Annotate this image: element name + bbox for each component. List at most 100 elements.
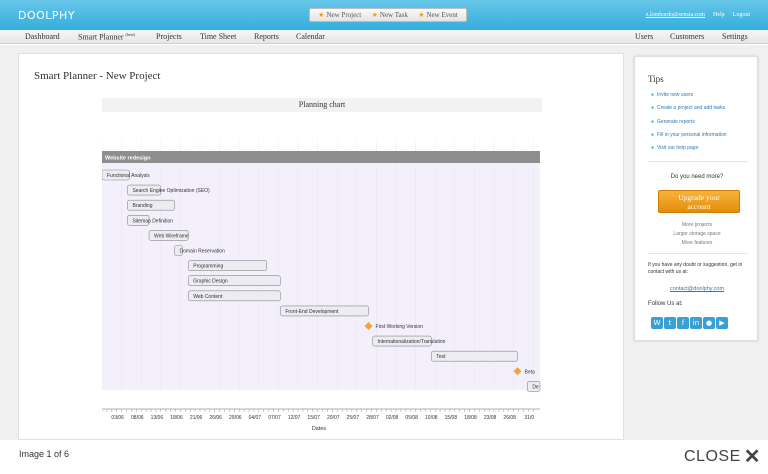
quick-actions: ★ New Project ★ New Task ★ New Event <box>309 8 467 22</box>
tips-title: Tips <box>648 74 664 84</box>
help-link[interactable]: Help <box>713 12 725 18</box>
x-tick-label: 18/08 <box>464 415 477 421</box>
close-button[interactable]: CLOSE ✕ <box>684 446 762 468</box>
star-icon: ★ <box>318 11 325 19</box>
upgrade-perks: More projects Larger storage space More … <box>635 221 759 248</box>
logo[interactable]: DOOLPHY <box>18 9 75 22</box>
x-tick-label: 07/07 <box>268 415 281 421</box>
user-email-link[interactable]: z.lombardo@sensia.com <box>646 12 705 18</box>
chart-title: Planning chart <box>298 100 346 109</box>
x-axis-title: Dates <box>312 426 327 432</box>
new-event-link[interactable]: ★ New Event <box>418 11 458 19</box>
x-tick-label: 25/07 <box>347 415 360 421</box>
milestone-label: Beta <box>525 369 536 375</box>
bullet-icon: ● <box>651 105 655 112</box>
x-tick-label: 03/06 <box>111 415 124 421</box>
divider <box>648 253 748 254</box>
need-more-text: Do you need more? <box>670 174 724 180</box>
task-label: Programming <box>193 264 223 270</box>
close-label: CLOSE <box>684 448 741 465</box>
perk-item: More features <box>681 240 713 246</box>
task-label: Web Wireframe <box>154 233 189 239</box>
new-project-link[interactable]: ★ New Project <box>318 11 361 19</box>
gantt-chart: Website redesign Functional Analysis Searc… <box>102 140 541 432</box>
contact-email-link[interactable]: contact@doolphy.com <box>635 286 759 292</box>
x-tick-label: 18/06 <box>170 415 183 421</box>
tip-label: Generate reports <box>657 118 695 125</box>
tip-label: Visit our help page <box>657 145 699 152</box>
bullet-icon: ● <box>651 92 655 98</box>
divider <box>648 161 748 162</box>
upgrade-line1: Upgrade your <box>678 193 720 202</box>
chart-header: Planning chart <box>102 98 542 112</box>
new-event-label: New Event <box>426 11 458 19</box>
logout-link[interactable]: Logout <box>733 12 750 18</box>
nav-projects[interactable]: Projects <box>156 32 182 41</box>
nav-settings[interactable]: Settings <box>722 32 748 41</box>
wordpress-icon[interactable]: W <box>651 317 663 329</box>
task-label: Test <box>436 354 446 360</box>
close-icon: ✕ <box>743 446 762 468</box>
x-tick-label: 02/08 <box>386 415 399 421</box>
tips-list: ● Invite new users ● Create a project and … <box>651 92 727 158</box>
linkedin-icon[interactable]: in <box>690 317 702 329</box>
star-icon: ★ <box>418 11 425 19</box>
facebook-icon[interactable]: f <box>677 317 689 329</box>
tip-link[interactable]: ● Fill in your personal information <box>651 132 727 145</box>
flickr-icon[interactable]: ● <box>703 317 715 329</box>
nav-calendar[interactable]: Calendar <box>296 32 325 41</box>
perk-item: More projects <box>681 222 713 228</box>
nav-time-sheet[interactable]: Time Sheet <box>200 32 236 41</box>
new-task-label: New Task <box>379 11 408 19</box>
upgrade-line2: account <box>687 202 711 211</box>
nav-smart-planner[interactable]: Smart Planner (beta) <box>78 32 135 42</box>
nav-customers[interactable]: Customers <box>670 32 704 41</box>
x-tick-label: 13/06 <box>151 415 164 421</box>
main-nav: Dashboard Smart Planner (beta) Projects … <box>0 30 768 44</box>
image-counter: Image 1 of 6 <box>19 449 70 459</box>
follow-us-label: Follow Us at: <box>648 301 683 307</box>
milestone-label: First Working Version <box>376 324 424 330</box>
task-label: Internationalization/Translation <box>377 339 445 345</box>
x-tick-label: 26/06 <box>209 415 222 421</box>
x-tick-label: 31/0 <box>524 415 534 421</box>
app-root: DOOLPHY ★ New Project ★ New Task ★ New Even… <box>0 0 768 474</box>
x-tick-label: 04/07 <box>249 415 262 421</box>
lightbox-footer <box>0 440 768 474</box>
x-tick-label: 15/07 <box>307 415 320 421</box>
x-tick-label: 05/08 <box>405 415 418 421</box>
x-tick-label: 15/08 <box>445 415 458 421</box>
new-task-link[interactable]: ★ New Task <box>372 11 408 19</box>
top-bar: DOOLPHY ★ New Project ★ New Task ★ New Even… <box>0 0 768 30</box>
task-label: Graphic Design <box>193 279 228 285</box>
x-tick-label: 20/07 <box>327 415 340 421</box>
tip-label: Fill in your personal information <box>657 131 727 138</box>
project-name: Website redesign <box>105 156 151 162</box>
tip-link[interactable]: ● Visit our help page <box>651 145 727 158</box>
task-label: Branding <box>132 203 152 209</box>
beta-badge: (beta) <box>125 32 135 37</box>
new-project-label: New Project <box>326 11 362 19</box>
task-label: Sitemap Definition <box>132 218 173 224</box>
account-links: z.lombardo@sensia.com Help Logout <box>646 12 750 18</box>
task-label: Front-End Development <box>285 309 339 315</box>
x-tick-label: 21/06 <box>190 415 203 421</box>
social-icons: W t f in ● ▶ <box>651 317 728 329</box>
x-tick-label: 23/08 <box>484 415 497 421</box>
x-tick-label: 10/08 <box>425 415 438 421</box>
x-tick-label: 26/08 <box>503 415 516 421</box>
task-label: Domain Reservation <box>180 249 226 255</box>
bullet-icon: ● <box>651 118 655 125</box>
x-tick-label: 08/06 <box>131 415 144 421</box>
tip-link[interactable]: ● Invite new users <box>651 92 727 105</box>
twitter-icon[interactable]: t <box>664 317 676 329</box>
task-label: Functional Analysis <box>107 173 150 179</box>
tips-panel: Tips ● Invite new users ● Create a project… <box>634 56 758 341</box>
tip-link[interactable]: ● Create a project and add tasks <box>651 105 727 118</box>
nav-reports[interactable]: Reports <box>254 32 279 41</box>
tip-link[interactable]: ● Generate reports <box>651 119 727 132</box>
upgrade-account-button[interactable]: Upgrade your account <box>658 190 740 213</box>
nav-dashboard[interactable]: Dashboard <box>25 32 60 41</box>
nav-users[interactable]: Users <box>635 32 653 41</box>
youtube-icon[interactable]: ▶ <box>716 317 728 329</box>
